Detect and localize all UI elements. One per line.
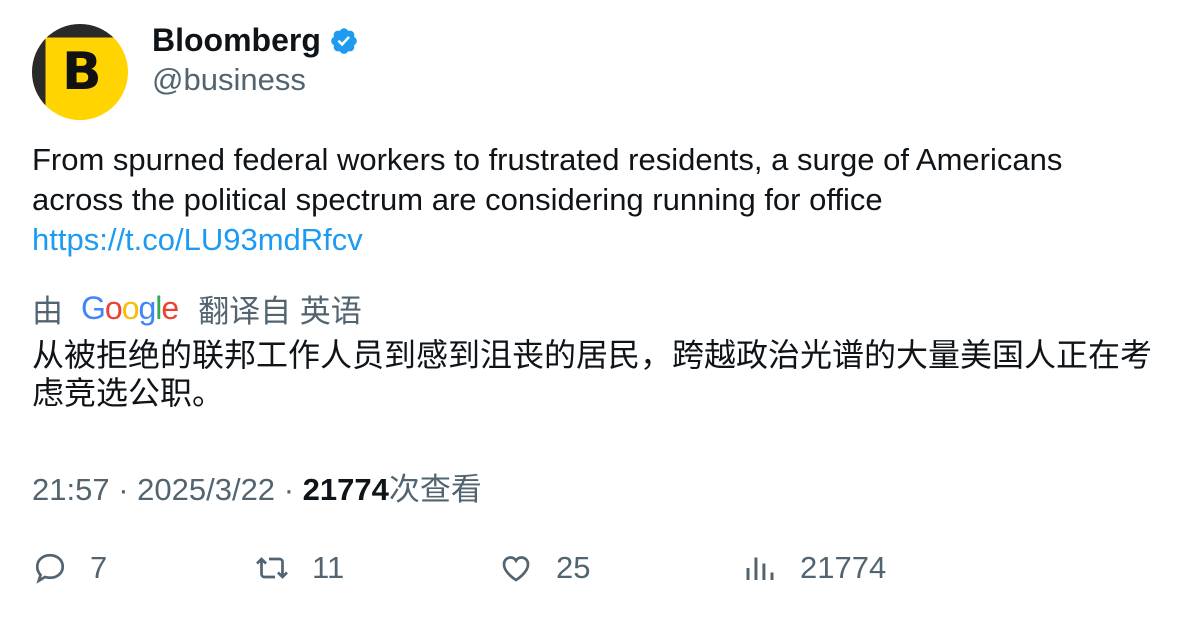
author-name-row: Bloomberg	[152, 22, 359, 59]
analytics-icon	[746, 557, 774, 580]
author-name[interactable]: Bloomberg	[152, 22, 321, 59]
meta-separator: ·	[118, 472, 138, 507]
retweet-button[interactable]: 11	[254, 550, 344, 586]
verified-badge-icon[interactable]	[329, 26, 359, 56]
tweet-text: From spurned federal workers to frustrat…	[32, 142, 1063, 217]
translated-text: 从被拒绝的联邦工作人员到感到沮丧的居民，跨越政治光谱的大量美国人正在考虑竞选公职…	[32, 336, 1153, 412]
translated-from-label: 翻译自 英语	[198, 294, 362, 329]
tweet-body: From spurned federal workers to frustrat…	[32, 140, 1152, 260]
view-count-label: 次查看	[388, 472, 482, 507]
tweet-link[interactable]: https://t.co/LU93mdRfcv	[32, 220, 1152, 260]
reply-button[interactable]: 7	[32, 550, 107, 586]
tweet-date[interactable]: 2025/3/22	[137, 472, 275, 507]
view-count: 21774	[302, 472, 389, 507]
avatar-letter: B	[62, 42, 102, 102]
google-logo: Google	[81, 290, 179, 326]
like-count: 25	[556, 550, 591, 585]
retweet-count: 11	[312, 550, 345, 585]
tweet-time[interactable]: 21:57	[32, 472, 110, 507]
translation-attribution: 由 Google 翻译自 英语	[32, 286, 362, 331]
reply-count: 7	[90, 550, 108, 585]
translated-by-label: 由	[32, 294, 63, 329]
heart-icon	[502, 556, 530, 582]
views-button[interactable]: 21774	[742, 550, 886, 586]
avatar[interactable]: B	[32, 24, 128, 120]
action-bar: 7 11 25 21774	[32, 550, 1172, 594]
views-count: 21774	[800, 550, 887, 585]
retweet-icon	[256, 557, 288, 579]
reply-icon	[35, 553, 65, 584]
tweet-meta: 21:57 · 2025/3/22 · 21774次查看	[32, 464, 482, 509]
meta-separator: ·	[283, 472, 303, 507]
like-button[interactable]: 25	[498, 550, 590, 586]
author-handle[interactable]: @business	[152, 62, 306, 98]
